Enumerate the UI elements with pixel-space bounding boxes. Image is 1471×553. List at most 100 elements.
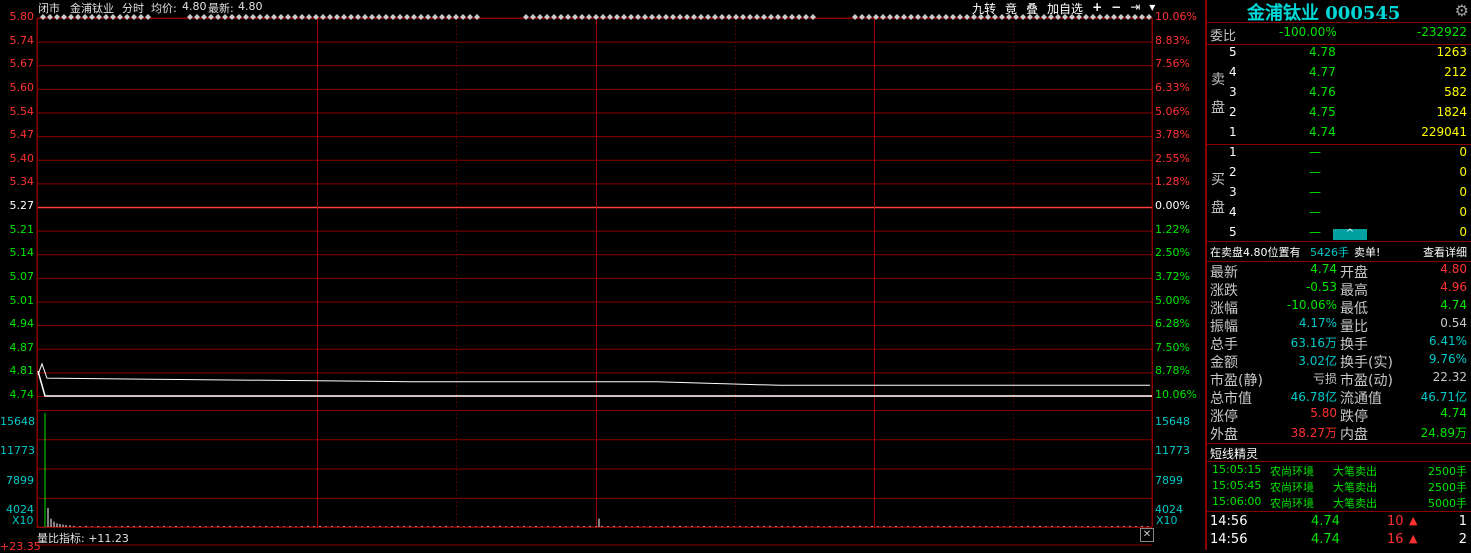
price-tick-label: 4.94 bbox=[9, 317, 35, 331]
event-marker-icon bbox=[859, 14, 865, 20]
event-marker-icon bbox=[908, 14, 914, 20]
sell-level-row: 3 4.76 582 bbox=[1207, 85, 1469, 103]
event-marker-icon bbox=[523, 14, 529, 20]
buy-level-row: 4 — 0 bbox=[1207, 205, 1469, 223]
price-tick-label: 5.67 bbox=[9, 57, 35, 71]
price-lines bbox=[37, 362, 1152, 397]
event-marker-icon bbox=[551, 14, 557, 20]
level-number: 1 bbox=[1229, 145, 1237, 159]
stat-value: 63.16万 bbox=[1290, 336, 1337, 350]
event-marker-icon bbox=[1041, 14, 1047, 20]
buy-level-row: 1 — 0 bbox=[1207, 145, 1469, 163]
percent-tick-label: 10.06% bbox=[1155, 388, 1197, 401]
level-number: 3 bbox=[1229, 185, 1237, 199]
stat-value: 4.74 bbox=[1440, 298, 1467, 312]
event-marker-icon bbox=[600, 14, 606, 20]
event-marker-icon bbox=[628, 14, 634, 20]
event-marker-icon bbox=[243, 14, 249, 20]
event-marker-icon bbox=[124, 14, 130, 20]
event-marker-icon bbox=[292, 14, 298, 20]
intraday-chart[interactable] bbox=[0, 0, 1205, 550]
event-marker-icon bbox=[103, 14, 109, 20]
event-marker-icon bbox=[544, 14, 550, 20]
level-price: 4.76 bbox=[1309, 85, 1336, 99]
price-tick-label: 5.07 bbox=[9, 269, 35, 283]
indicator-close-icon[interactable]: ✕ bbox=[1140, 528, 1154, 542]
event-marker-icon bbox=[320, 14, 326, 20]
stat-row: 振幅 4.17% 量比 0.54 bbox=[1207, 316, 1469, 335]
event-volume: 2500手 bbox=[1428, 465, 1467, 478]
event-marker-icon bbox=[404, 14, 410, 20]
event-time: 15:06:00 bbox=[1212, 495, 1262, 508]
event-marker-icon bbox=[110, 14, 116, 20]
event-marker-icon bbox=[117, 14, 123, 20]
stat-value: 4.74 bbox=[1310, 262, 1337, 276]
stat-label: 流通值 bbox=[1340, 391, 1382, 407]
percent-tick-label: 5.00% bbox=[1155, 293, 1190, 307]
tick-count: 1 bbox=[1458, 514, 1467, 529]
event-marker-icon bbox=[747, 14, 753, 20]
event-marker-icon bbox=[691, 14, 697, 20]
volume-tick-label-right: 7899 bbox=[1155, 473, 1183, 487]
big-order-notice: 在卖盘4.80位置有 5426手 卖单! 查看详细 bbox=[1207, 244, 1469, 262]
event-marker-icon bbox=[677, 14, 683, 20]
event-marker-icon bbox=[803, 14, 809, 20]
event-marker-icon bbox=[607, 14, 613, 20]
quote-panel: 金浦钛业 000545 ⚙ 委比 -100.00% -232922 卖盘 5 4.… bbox=[1207, 0, 1471, 550]
event-marker-icon bbox=[68, 14, 74, 20]
gear-icon[interactable]: ⚙ bbox=[1455, 1, 1469, 20]
tick-volume: 10 bbox=[1387, 514, 1404, 529]
event-marker-icon bbox=[439, 14, 445, 20]
collapse-chevron-icon[interactable]: ^ bbox=[1333, 229, 1367, 240]
stat-label: 涨幅 bbox=[1210, 301, 1238, 317]
event-marker-icon bbox=[201, 14, 207, 20]
stat-label: 市盈(静) bbox=[1210, 373, 1263, 389]
event-marker-icon bbox=[754, 14, 760, 20]
stat-label: 量比 bbox=[1340, 319, 1368, 335]
event-marker-icon bbox=[271, 14, 277, 20]
notice-prefix: 在卖盘4.80位置有 bbox=[1210, 246, 1301, 259]
level-price: 4.74 bbox=[1309, 125, 1336, 139]
event-marker-icon bbox=[810, 14, 816, 20]
volume-tick-label: 11773 bbox=[0, 444, 35, 458]
price-tick-label: 4.87 bbox=[9, 340, 35, 354]
event-marker-icon bbox=[572, 14, 578, 20]
event-marker-icon bbox=[54, 14, 60, 20]
sell-level-row: 1 4.74 229041 bbox=[1207, 125, 1469, 143]
x10-right-label: X10 bbox=[1156, 514, 1178, 527]
percent-tick-label: 3.72% bbox=[1155, 269, 1190, 283]
percent-tick-label: 6.28% bbox=[1155, 317, 1190, 331]
level-volume: 0 bbox=[1459, 225, 1467, 239]
level-number: 3 bbox=[1229, 85, 1237, 99]
stat-row: 总市值 46.78亿 流通值 46.71亿 bbox=[1207, 388, 1469, 407]
event-marker-icon bbox=[376, 14, 382, 20]
percent-tick-label: 0.00% bbox=[1155, 199, 1190, 212]
event-marker-icon bbox=[789, 14, 795, 20]
event-marker-icon bbox=[768, 14, 774, 20]
event-marker-icon bbox=[663, 14, 669, 20]
level-price: 4.77 bbox=[1309, 65, 1336, 79]
stat-value: 4.80 bbox=[1440, 262, 1467, 276]
stat-label: 涨停 bbox=[1210, 409, 1238, 425]
event-marker-icon bbox=[586, 14, 592, 20]
volume-tick-label-right: 11773 bbox=[1155, 444, 1190, 458]
event-marker-icon bbox=[215, 14, 221, 20]
event-marker-icon bbox=[187, 14, 193, 20]
percent-tick-label: 3.78% bbox=[1155, 128, 1190, 142]
event-marker-icon bbox=[1027, 14, 1033, 20]
level-volume: 0 bbox=[1459, 205, 1467, 219]
tick-price: 4.74 bbox=[1311, 514, 1340, 529]
event-marker-icon bbox=[1146, 14, 1152, 20]
stat-row: 总手 63.16万 换手 6.41% bbox=[1207, 334, 1469, 353]
event-marker-icon bbox=[145, 14, 151, 20]
stat-value: 24.89万 bbox=[1420, 426, 1467, 440]
indicator-axis-top: +23.35 bbox=[0, 540, 41, 553]
event-marker-icon bbox=[670, 14, 676, 20]
stat-label: 开盘 bbox=[1340, 265, 1368, 281]
percent-tick-label: 1.22% bbox=[1155, 222, 1190, 236]
stat-row: 外盘 38.27万 内盘 24.89万 bbox=[1207, 424, 1469, 443]
tick-arrow-icon: ▲ bbox=[1409, 514, 1418, 527]
view-detail-link[interactable]: 查看详细 bbox=[1423, 244, 1467, 260]
event-stock: 农尚环境 bbox=[1270, 497, 1314, 510]
event-marker-icon bbox=[1013, 14, 1019, 20]
